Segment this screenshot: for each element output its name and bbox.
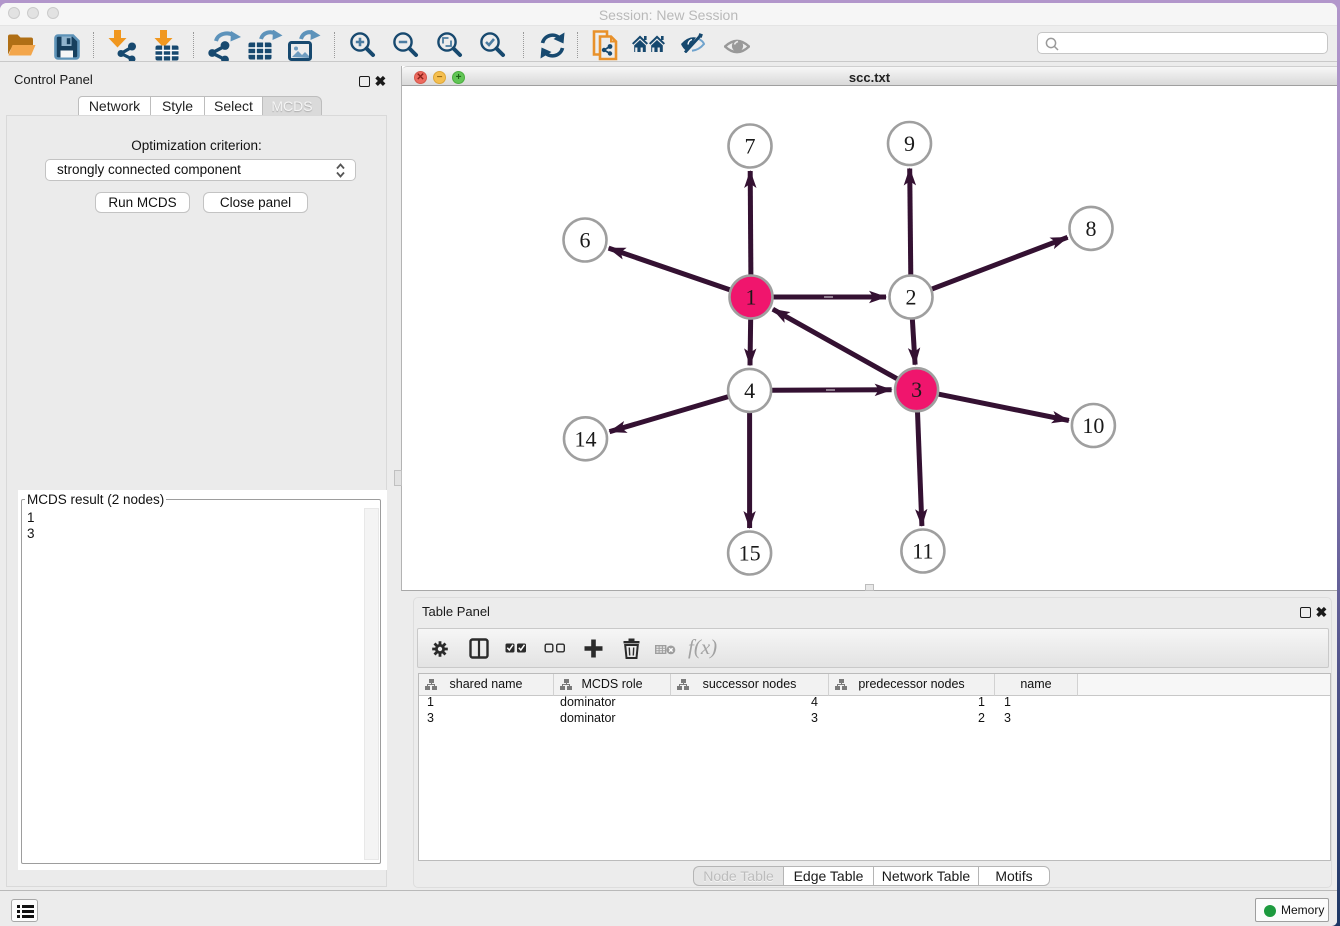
svg-text:4: 4 [744, 378, 755, 403]
svg-text:10: 10 [1082, 413, 1104, 438]
svg-text:7: 7 [745, 134, 756, 159]
svg-text:3: 3 [911, 377, 922, 402]
svg-text:6: 6 [580, 228, 591, 253]
svg-text:11: 11 [912, 539, 933, 564]
svg-text:9: 9 [904, 131, 915, 156]
svg-text:15: 15 [739, 541, 761, 566]
svg-text:14: 14 [575, 426, 597, 451]
svg-text:1: 1 [746, 285, 757, 310]
svg-text:8: 8 [1086, 216, 1097, 241]
svg-text:2: 2 [906, 285, 917, 310]
